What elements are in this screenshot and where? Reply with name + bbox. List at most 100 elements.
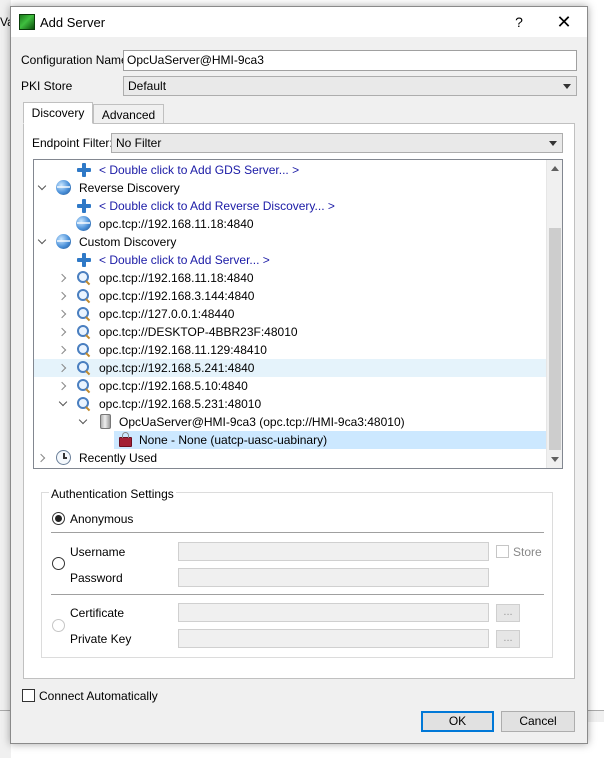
tree-row-server[interactable]: opc.tcp://192.168.11.18:4840 — [34, 269, 546, 287]
tree-row-server[interactable]: opc.tcp://192.168.11.129:48410 — [34, 341, 546, 359]
tree-row-server[interactable]: opc.tcp://192.168.5.10:4840 — [34, 377, 546, 395]
username-label: Username — [70, 545, 126, 559]
search-icon — [76, 324, 92, 340]
tree-row-label: opc.tcp://192.168.5.10:4840 — [99, 379, 248, 393]
tree-row-label: opc.tcp://192.168.3.144:4840 — [99, 289, 255, 303]
search-icon — [76, 342, 92, 358]
endpoint-filter-value: No Filter — [116, 136, 162, 150]
discovery-tree[interactable]: < Double click to Add GDS Server... > Re… — [33, 159, 563, 469]
anonymous-radio[interactable] — [52, 512, 65, 525]
chevron-right-icon[interactable] — [59, 377, 69, 395]
divider — [51, 594, 544, 595]
tree-row-label: opc.tcp://192.168.11.18:4840 — [99, 271, 254, 285]
tree-row-server[interactable]: opc.tcp://192.168.3.144:4840 — [34, 287, 546, 305]
tree-row-label: opc.tcp://DESKTOP-4BBR23F:48010 — [99, 325, 298, 339]
tree-row-custom-discovery[interactable]: Custom Discovery — [34, 233, 546, 251]
tree-row-reverse-discovery[interactable]: Reverse Discovery — [34, 179, 546, 197]
cancel-button[interactable]: Cancel — [501, 711, 575, 732]
chevron-right-icon[interactable] — [59, 269, 69, 287]
close-button[interactable]: ✕ — [551, 11, 577, 33]
tree-row-endpoint[interactable]: opc.tcp://192.168.11.18:4840 — [34, 215, 546, 233]
username-input[interactable] — [178, 542, 489, 561]
globe-icon — [76, 216, 91, 231]
tree-row-server[interactable]: opc.tcp://127.0.0.1:48440 — [34, 305, 546, 323]
tree-row-label: < Double click to Add Server... > — [99, 253, 270, 267]
chevron-down-icon[interactable] — [79, 413, 89, 431]
password-label: Password — [70, 571, 123, 585]
tree-row-add-server[interactable]: < Double click to Add Server... > — [34, 251, 546, 269]
connect-automatically-label: Connect Automatically — [39, 689, 158, 703]
clock-icon — [56, 450, 71, 465]
chevron-down-icon[interactable] — [38, 233, 48, 251]
certificate-radio[interactable] — [52, 619, 65, 632]
search-icon — [76, 360, 92, 376]
search-icon — [76, 396, 92, 412]
tree-row-label: None - None (uatcp-uasc-uabinary) — [139, 433, 328, 447]
ok-button[interactable]: OK — [421, 711, 494, 732]
tree-row-label: < Double click to Add Reverse Discovery.… — [99, 199, 335, 213]
password-input[interactable] — [178, 568, 489, 587]
private-key-input[interactable] — [178, 629, 489, 648]
connect-automatically-checkbox[interactable] — [22, 689, 35, 702]
authentication-settings-title: Authentication Settings — [49, 487, 176, 501]
configuration-name-input[interactable]: OpcUaServer@HMI-9ca3 — [123, 50, 577, 71]
tree-row-add-reverse-discovery[interactable]: < Double click to Add Reverse Discovery.… — [34, 197, 546, 215]
tree-row-server-hovered[interactable]: opc.tcp://192.168.5.241:4840 — [34, 359, 546, 377]
add-server-dialog: Add Server ? ✕ Configuration Name OpcUaS… — [10, 6, 588, 744]
chevron-right-icon[interactable] — [59, 323, 69, 341]
certificate-label: Certificate — [70, 606, 125, 620]
title-bar[interactable]: Add Server ? ✕ — [11, 7, 587, 37]
certificate-input[interactable] — [178, 603, 489, 622]
tree-row-server[interactable]: opc.tcp://DESKTOP-4BBR23F:48010 — [34, 323, 546, 341]
tree-row-label: Recently Used — [79, 451, 158, 465]
search-icon — [76, 378, 92, 394]
chevron-down-icon[interactable] — [59, 395, 69, 413]
tree-row-label: OpcUaServer@HMI-9ca3 (opc.tcp://HMI-9ca3… — [119, 415, 405, 429]
chevron-right-icon[interactable] — [38, 449, 48, 467]
tab-discovery[interactable]: Discovery — [23, 102, 93, 124]
tree-row-add-gds-server[interactable]: < Double click to Add GDS Server... > — [34, 161, 546, 179]
private-key-label: Private Key — [70, 632, 132, 646]
pki-store-value: Default — [128, 79, 167, 93]
tree-row-label: opc.tcp://192.168.5.241:4840 — [99, 361, 255, 375]
globe-icon — [56, 180, 71, 195]
pki-store-label: PKI Store — [21, 79, 73, 93]
scroll-up-icon[interactable] — [551, 166, 559, 171]
tree-row-label: Custom Discovery — [79, 235, 177, 249]
globe-icon — [56, 234, 71, 249]
chevron-right-icon[interactable] — [59, 359, 69, 377]
scrollbar-thumb[interactable] — [549, 228, 561, 450]
plus-icon — [76, 252, 92, 268]
server-icon — [100, 414, 111, 429]
plus-icon — [76, 198, 92, 214]
scroll-down-icon[interactable] — [551, 457, 559, 462]
chevron-right-icon[interactable] — [59, 305, 69, 323]
pki-store-dropdown[interactable]: Default — [123, 76, 577, 96]
tree-row-server-instance[interactable]: OpcUaServer@HMI-9ca3 (opc.tcp://HMI-9ca3… — [34, 413, 546, 431]
private-key-browse-button[interactable]: ... — [496, 630, 520, 648]
tree-row-label: Reverse Discovery — [79, 181, 180, 195]
search-icon — [76, 306, 92, 322]
store-checkbox[interactable] — [496, 545, 509, 558]
search-icon — [76, 288, 92, 304]
certificate-browse-button[interactable]: ... — [496, 604, 520, 622]
username-radio[interactable] — [52, 557, 65, 570]
endpoint-filter-dropdown[interactable]: No Filter — [111, 133, 563, 153]
background-window-strip — [0, 710, 10, 758]
tab-advanced[interactable]: Advanced — [93, 104, 164, 123]
tree-row-endpoint-selected[interactable]: None - None (uatcp-uasc-uabinary) — [114, 431, 546, 449]
tree-row-server-expanded[interactable]: opc.tcp://192.168.5.231:48010 — [34, 395, 546, 413]
help-button[interactable]: ? — [509, 11, 529, 33]
tree-row-recently-used[interactable]: Recently Used — [34, 449, 546, 467]
chevron-right-icon[interactable] — [59, 341, 69, 359]
tree-vertical-scrollbar[interactable] — [546, 160, 562, 468]
tree-row-label: opc.tcp://127.0.0.1:48440 — [99, 307, 235, 321]
anonymous-label: Anonymous — [70, 512, 134, 526]
plus-icon — [76, 162, 92, 178]
endpoint-filter-label: Endpoint Filter: — [32, 136, 113, 150]
tree-row-label: opc.tcp://192.168.11.18:4840 — [99, 217, 254, 231]
app-icon — [19, 14, 35, 30]
divider — [51, 532, 544, 533]
chevron-down-icon[interactable] — [38, 179, 48, 197]
chevron-right-icon[interactable] — [59, 287, 69, 305]
